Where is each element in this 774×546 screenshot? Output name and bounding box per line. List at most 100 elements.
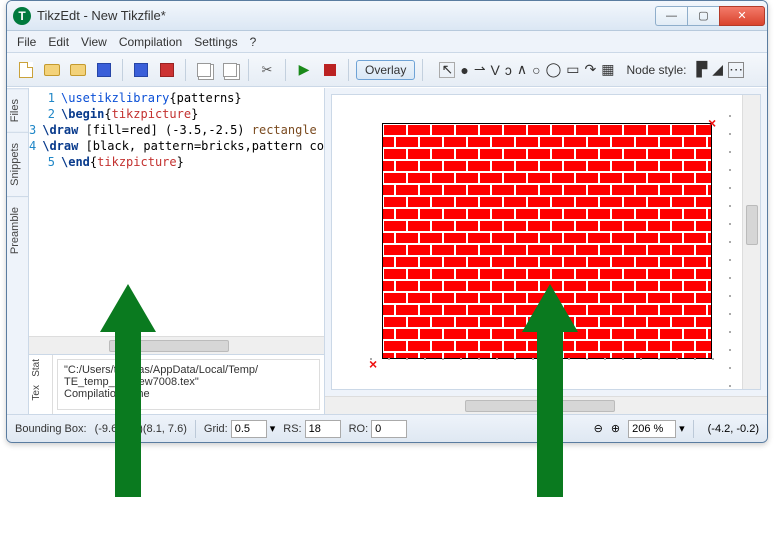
menu-settings[interactable]: Settings <box>194 35 237 49</box>
grid-field: Grid: ▾ <box>204 420 275 438</box>
arc-tool-icon[interactable]: ∧ <box>517 61 527 78</box>
window-buttons: — ▢ ✕ <box>655 6 765 26</box>
arc2-tool-icon[interactable]: ↷ <box>585 61 597 78</box>
sidetab-preamble[interactable]: Preamble <box>7 196 28 264</box>
zoom-in-icon[interactable]: ⊕ <box>611 422 620 435</box>
bezier-tool-icon[interactable]: ↄ <box>505 62 512 78</box>
zoom-out-icon[interactable]: ⊖ <box>594 422 603 435</box>
copy-button[interactable] <box>193 59 215 81</box>
code-line[interactable]: 5\end{tikzpicture} <box>29 154 324 170</box>
stop-button[interactable] <box>319 59 341 81</box>
separator <box>693 420 694 438</box>
open-recent-button[interactable] <box>67 59 89 81</box>
annotation-arrow <box>522 284 578 497</box>
annotation-arrow <box>100 284 156 497</box>
style-flag2-icon[interactable]: ◢ <box>712 61 723 78</box>
anchor-marker-icon: × <box>708 115 716 131</box>
separator <box>285 59 286 81</box>
style-flag-icon[interactable]: ▛ <box>697 61 708 78</box>
select-tool-icon[interactable]: ↖ <box>439 62 455 78</box>
code-text[interactable]: \draw [fill=red] (-3.5,-2.5) rectangle (… <box>42 122 324 138</box>
code-line[interactable]: 2\begin{tikzpicture} <box>29 106 324 122</box>
node-tool-icon[interactable]: ● <box>460 62 468 78</box>
zoom-field: ▾ <box>628 420 685 438</box>
line-number: 5 <box>29 154 61 170</box>
zoom-input[interactable] <box>628 420 676 438</box>
line-number: 2 <box>29 106 61 122</box>
node-style-group: ▛ ◢ ⋯ <box>697 61 745 78</box>
window-title: TikzEdt - New Tikzfile* <box>37 8 655 23</box>
node-style-label: Node style: <box>626 63 686 77</box>
close-button[interactable]: ✕ <box>719 6 765 26</box>
code-text[interactable]: \usetikzlibrary{patterns} <box>61 90 324 106</box>
ro-label: RO: <box>349 423 369 435</box>
menu-view[interactable]: View <box>81 35 107 49</box>
output-panel: Stat Tex "C:/Users/thomas/AppData/Local/… <box>29 354 324 414</box>
ro-input[interactable] <box>371 420 407 438</box>
left-panel: 1\usetikzlibrary{patterns}2\begin{tikzpi… <box>29 88 325 414</box>
rs-field: RS: <box>283 420 340 438</box>
line-number: 4 <box>29 138 42 154</box>
separator <box>122 59 123 81</box>
compile-button[interactable]: ▶ <box>293 59 315 81</box>
output-tabs: Stat Tex <box>29 355 53 414</box>
menu-help[interactable]: ? <box>250 35 257 49</box>
titlebar: T TikzEdt - New Tikzfile* — ▢ ✕ <box>7 1 767 31</box>
save-button[interactable] <box>93 59 115 81</box>
dropdown-icon[interactable]: ▾ <box>679 422 685 435</box>
code-editor[interactable]: 1\usetikzlibrary{patterns}2\begin{tikzpi… <box>29 88 324 336</box>
ruler-dots-y <box>727 115 733 355</box>
output-text: "C:/Users/thomas/AppData/Local/Temp/ TE_… <box>57 359 320 410</box>
bbox-label: Bounding Box: <box>15 423 87 435</box>
overlay-toggle[interactable]: Overlay <box>356 60 415 80</box>
side-tabs: Files Snippets Preamble <box>7 88 29 414</box>
menu-compilation[interactable]: Compilation <box>119 35 182 49</box>
style-more-icon[interactable]: ⋯ <box>728 62 744 78</box>
rs-label: RS: <box>283 423 301 435</box>
separator <box>248 59 249 81</box>
separator <box>422 59 423 81</box>
code-line[interactable]: 1\usetikzlibrary{patterns} <box>29 90 324 106</box>
new-file-button[interactable] <box>15 59 37 81</box>
editor-hscroll[interactable] <box>29 336 324 354</box>
separator <box>195 420 196 438</box>
cursor-coords: (-4.2, -0.2) <box>708 423 759 435</box>
cut-button[interactable]: ✂ <box>256 59 278 81</box>
rs-input[interactable] <box>305 420 341 438</box>
path-tool-icon[interactable]: V <box>491 62 500 78</box>
draw-tools: ↖ ● ⇀ V ↄ ∧ ○ ◯ ▭ ↷ ▦ <box>436 61 614 78</box>
rect-tool-icon[interactable]: ▭ <box>566 61 579 78</box>
separator <box>348 59 349 81</box>
maximize-button[interactable]: ▢ <box>687 6 719 26</box>
sidetab-snippets[interactable]: Snippets <box>7 132 28 196</box>
menu-bar: File Edit View Compilation Settings ? <box>7 31 767 53</box>
output-tab-tex[interactable]: Tex <box>29 381 52 405</box>
code-text[interactable]: \draw [black, pattern=bricks,pattern col… <box>42 138 324 154</box>
dropdown-icon[interactable]: ▾ <box>270 422 276 435</box>
open-button[interactable] <box>41 59 63 81</box>
code-line[interactable]: 4\draw [black, pattern=bricks,pattern co… <box>29 138 324 154</box>
paste-button[interactable] <box>219 59 241 81</box>
export-pdf-button[interactable] <box>156 59 178 81</box>
ellipse-tool-icon[interactable]: ◯ <box>546 61 562 78</box>
toolbar: ✂ ▶ Overlay ↖ ● ⇀ V ↄ ∧ ○ ◯ ▭ ↷ ▦ Node s… <box>7 53 767 87</box>
sidetab-files[interactable]: Files <box>7 88 28 132</box>
preview-vscroll[interactable] <box>742 95 760 389</box>
code-text[interactable]: \end{tikzpicture} <box>61 154 324 170</box>
output-tab-stat[interactable]: Stat <box>29 355 52 381</box>
grid-label: Grid: <box>204 423 228 435</box>
menu-file[interactable]: File <box>17 35 36 49</box>
grid-input[interactable] <box>231 420 267 438</box>
minimize-button[interactable]: — <box>655 6 687 26</box>
code-line[interactable]: 3\draw [fill=red] (-3.5,-2.5) rectangle … <box>29 122 324 138</box>
edge-tool-icon[interactable]: ⇀ <box>474 61 486 78</box>
ro-field: RO: <box>349 420 408 438</box>
separator <box>185 59 186 81</box>
line-number: 1 <box>29 90 61 106</box>
code-text[interactable]: \begin{tikzpicture} <box>61 106 324 122</box>
line-number: 3 <box>29 122 42 138</box>
grid-tool-icon[interactable]: ▦ <box>601 61 614 78</box>
save-all-button[interactable] <box>130 59 152 81</box>
circle-tool-icon[interactable]: ○ <box>532 62 540 78</box>
menu-edit[interactable]: Edit <box>48 35 69 49</box>
